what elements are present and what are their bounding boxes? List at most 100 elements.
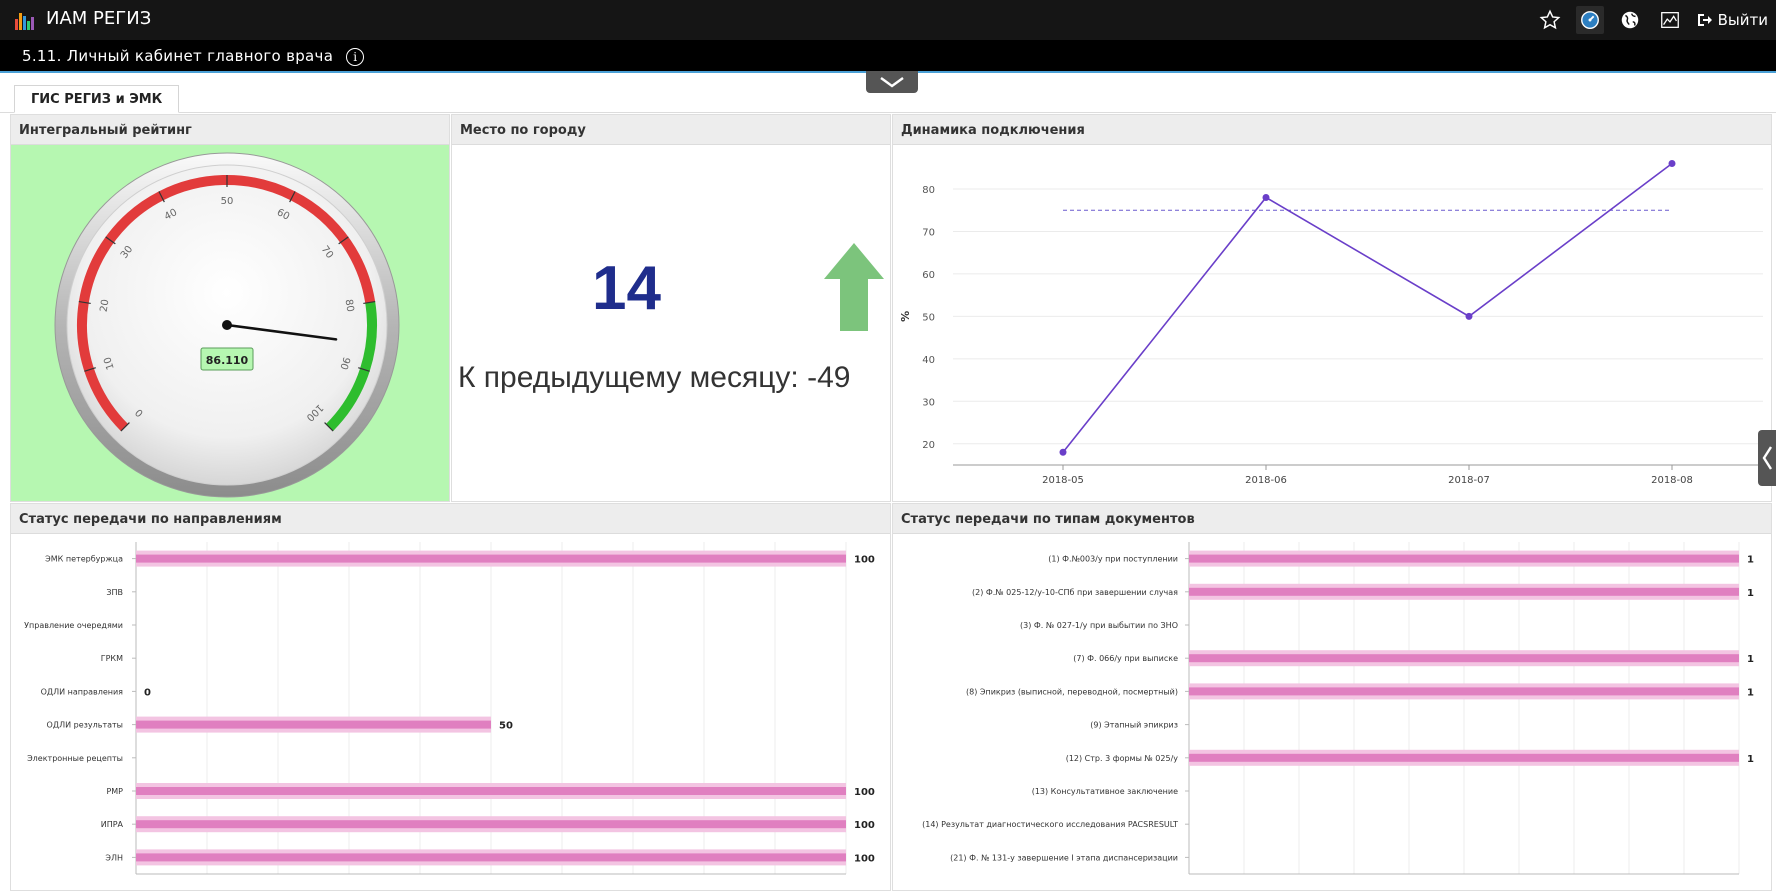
- place-change-text: К предыдущему месяцу: -49: [458, 361, 851, 394]
- chart-icon[interactable]: [1656, 6, 1684, 34]
- status-doc-panel-body: (1) Ф.№003/у при поступлении 1 (2) Ф.№ 025…: [893, 534, 1771, 890]
- bar-core: [1189, 587, 1739, 596]
- rating-panel-body: 0 10 20 30 40 50 60 70 80 90 100 86.110: [11, 145, 449, 501]
- status-dir-bar-chart: ЭМК петербуржца 100 ЗПВ Управление очередям…: [24, 542, 875, 875]
- logout-button[interactable]: Выйти: [1696, 11, 1768, 29]
- bar-value-label: 100: [854, 853, 875, 864]
- data-point[interactable]: [1059, 448, 1067, 456]
- bar-core: [1189, 654, 1739, 663]
- category-label: (14) Результат диагностического исследов…: [922, 820, 1178, 829]
- y-tick-label: 30: [922, 397, 935, 408]
- page-title-text: 5.11. Личный кабинет главного врача: [22, 47, 334, 65]
- status-dir-panel-title: Статус передачи по направлениям: [11, 504, 890, 534]
- data-point[interactable]: [1668, 159, 1676, 167]
- bar-value-label: 100: [854, 820, 875, 831]
- bar-core: [1189, 753, 1739, 762]
- tab-gis-regiz-emk[interactable]: ГИС РЕГИЗ и ЭМК: [14, 85, 180, 113]
- dynamics-panel-title: Динамика подключения: [893, 115, 1771, 145]
- category-label: РМР: [106, 787, 123, 796]
- y-tick-label: 40: [922, 355, 935, 366]
- category-label: ИПРА: [101, 820, 124, 829]
- y-axis-label: %: [899, 311, 912, 322]
- data-point[interactable]: [1262, 193, 1270, 201]
- status-doc-panel-title: Статус передачи по типам документов: [893, 504, 1771, 534]
- chevron-left-icon: [1762, 446, 1773, 470]
- bar-value-label: 1: [1747, 555, 1754, 566]
- bar-core: [136, 554, 846, 563]
- top-bar: ИАМ РЕГИЗ Выйти: [0, 0, 1776, 40]
- bar-value-label: 1: [1747, 588, 1754, 599]
- rating-panel-title: Интегральный рейтинг: [11, 115, 449, 145]
- category-label: (2) Ф.№ 025-12/у-10-СПб при завершении с…: [972, 588, 1178, 597]
- rating-gauge: 0102030405060708090100 86.110: [54, 152, 400, 498]
- globe-icon[interactable]: [1616, 6, 1644, 34]
- dynamics-panel: Динамика подключения 20 30 40 50 60 70 80% 2018…: [892, 114, 1772, 502]
- bar-core: [136, 787, 846, 795]
- category-label: (21) Ф. № 131-у завершение I этапа диспа…: [950, 853, 1178, 862]
- category-label: ЗПВ: [106, 588, 123, 597]
- info-icon[interactable]: i: [346, 47, 365, 66]
- top-toolbar: Выйти: [1530, 0, 1776, 40]
- chevron-down-icon: [880, 77, 904, 88]
- data-point[interactable]: [1465, 312, 1473, 320]
- rating-panel: Интегральный рейтинг 0 10 20 30 40 50 60…: [10, 114, 450, 502]
- dynamics-panel-body: 20 30 40 50 60 70 80% 2018-05 2018-06 2018-07 2018…: [893, 145, 1771, 501]
- x-tick-label: 2018-05: [1042, 475, 1084, 486]
- bar-core: [136, 820, 846, 829]
- bar-value-label: 100: [854, 555, 875, 566]
- page-title: 5.11. Личный кабинет главного врача i: [22, 47, 365, 66]
- category-label: ЭМК петербуржца: [45, 555, 123, 564]
- logout-icon: [1697, 14, 1712, 26]
- page-header: 5.11. Личный кабинет главного врача i: [0, 40, 1776, 73]
- place-panel: Место по городу 14 К предыдущему месяцу:…: [451, 114, 891, 502]
- dynamics-line-chart: 20 30 40 50 60 70 80% 2018-05 2018-06 2018-07 2018…: [899, 159, 1763, 486]
- bar-value-label: 100: [854, 787, 875, 798]
- arrow-up-icon: [824, 243, 884, 331]
- star-icon[interactable]: [1536, 6, 1564, 34]
- side-panel-toggle[interactable]: [1758, 430, 1776, 486]
- y-tick-label: 70: [922, 227, 935, 238]
- y-tick-label: 50: [922, 312, 935, 323]
- gauge-tick-label: 50: [221, 196, 234, 207]
- bar-value-label: 1: [1747, 754, 1754, 765]
- bar-value-label: 50: [499, 721, 513, 732]
- app-root: ИАМ РЕГИЗ Выйти 5.11. Личный кабинет гла…: [0, 0, 1776, 894]
- bar-core: [136, 720, 491, 729]
- x-tick-label: 2018-06: [1245, 475, 1287, 486]
- y-tick-label: 20: [922, 440, 935, 451]
- bar-value-label: 0: [144, 687, 151, 698]
- category-label: (3) Ф. № 027-1/у при выбытии по ЗНО: [1020, 621, 1178, 630]
- status-dir-panel: Статус передачи по направлениям ЭМК пете…: [10, 503, 891, 891]
- category-label: (9) Этапный эпикриз: [1090, 721, 1178, 730]
- bar-value-label: 1: [1747, 654, 1754, 665]
- category-label: Управление очередями: [24, 621, 123, 630]
- bar-core: [1189, 554, 1739, 563]
- place-panel-title: Место по городу: [452, 115, 890, 145]
- place-panel-body: 14 К предыдущему месяцу: -49: [452, 145, 890, 501]
- collapse-header-button[interactable]: [866, 71, 918, 93]
- x-tick-label: 2018-08: [1651, 475, 1693, 486]
- category-label: (12) Стр. 3 формы № 025/у: [1066, 754, 1179, 763]
- status-doc-bar-chart: (1) Ф.№003/у при поступлении 1 (2) Ф.№ 025…: [922, 542, 1754, 875]
- series-line: [1062, 162, 1673, 453]
- dashboard-icon[interactable]: [1575, 6, 1604, 34]
- category-label: ОДЛИ направления: [41, 687, 124, 696]
- gauge-value-label: 86.110: [206, 354, 249, 367]
- category-label: Электронные рецепты: [27, 754, 123, 763]
- category-label: (13) Консультативное заключение: [1032, 787, 1178, 796]
- category-label: (1) Ф.№003/у при поступлении: [1048, 555, 1178, 564]
- bar-core: [136, 853, 846, 862]
- status-doc-panel: Статус передачи по типам документов (1) …: [892, 503, 1772, 891]
- bar-value-label: 1: [1747, 687, 1754, 698]
- category-label: (7) Ф. 066/у при выписке: [1073, 654, 1178, 663]
- x-tick-label: 2018-07: [1448, 475, 1490, 486]
- gauge-tick-label: 20: [99, 299, 112, 313]
- place-value: 14: [592, 254, 661, 323]
- category-label: ГРКМ: [101, 654, 123, 663]
- category-label: ОДЛИ результаты: [47, 721, 123, 730]
- y-tick-label: 60: [922, 270, 935, 281]
- gauge-tick-label: 80: [343, 299, 356, 313]
- category-label: ЭЛН: [105, 853, 123, 862]
- category-label: (8) Эпикриз (выписной, переводной, посме…: [966, 687, 1178, 696]
- app-logo-icon[interactable]: [14, 10, 36, 32]
